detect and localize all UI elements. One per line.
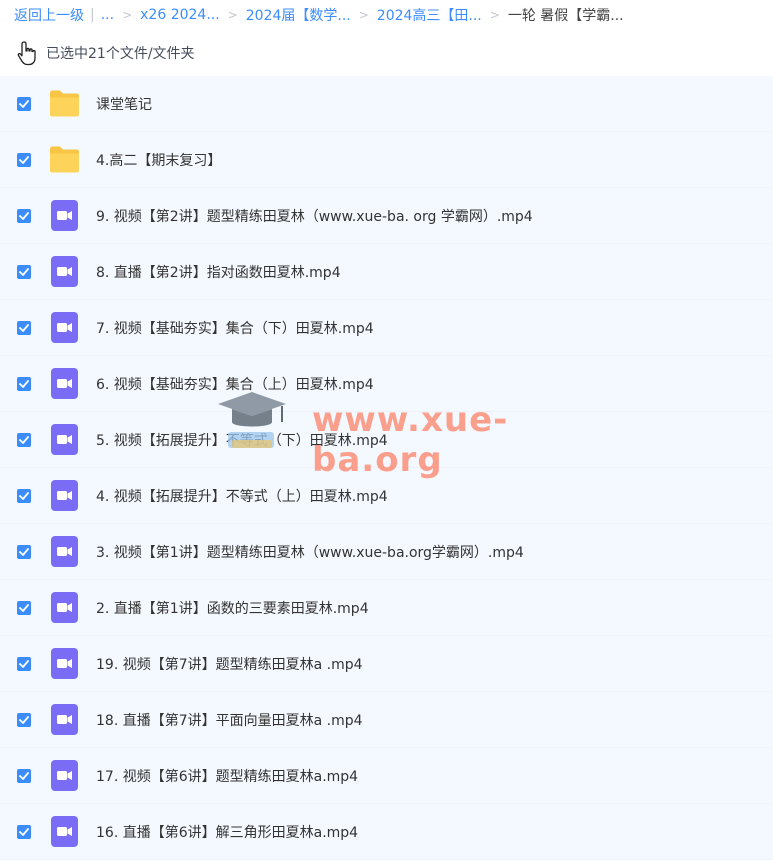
row-checkbox[interactable]: [17, 432, 31, 447]
checkmark-icon: [19, 771, 29, 780]
folder-icon: [50, 146, 79, 173]
row-checkbox[interactable]: [17, 96, 31, 111]
file-row[interactable]: 5. 视频【拓展提升】不等式（下）田夏林.mp4: [0, 412, 773, 468]
file-row[interactable]: 17. 视频【第6讲】题型精练田夏林a.mp4: [0, 748, 773, 804]
file-list: 课堂笔记 4.高二【期末复习】 9. 视频【第2讲】题型精练田夏林（www.xue-…: [0, 76, 773, 860]
checkmark-icon: [19, 547, 29, 556]
row-checkbox[interactable]: [17, 320, 31, 335]
breadcrumb-item-1[interactable]: x26 2024...: [140, 7, 220, 23]
row-checkbox[interactable]: [17, 208, 31, 223]
video-file-icon: [51, 312, 78, 343]
checkmark-icon: [19, 715, 29, 724]
row-checkbox[interactable]: [17, 712, 31, 727]
video-file-icon: [51, 648, 78, 679]
row-checkbox[interactable]: [17, 768, 31, 783]
breadcrumb-item-3[interactable]: 2024高三【田...: [377, 5, 482, 25]
row-checkbox[interactable]: [17, 264, 31, 279]
checkmark-icon: [19, 267, 29, 276]
row-checkbox[interactable]: [17, 544, 31, 559]
file-name[interactable]: 4. 视频【拓展提升】不等式（上）田夏林.mp4: [96, 486, 388, 506]
video-file-icon: [51, 816, 78, 847]
checkmark-icon: [19, 99, 29, 108]
breadcrumb: 返回上一级 | ... > x26 2024... > 2024届【数学... …: [14, 5, 624, 25]
back-link[interactable]: 返回上一级: [14, 5, 84, 25]
video-file-icon: [51, 256, 78, 287]
file-name[interactable]: 17. 视频【第6讲】题型精练田夏林a.mp4: [96, 766, 358, 786]
file-name[interactable]: 19. 视频【第7讲】题型精练田夏林a .mp4: [96, 654, 363, 674]
file-row[interactable]: 8. 直播【第2讲】指对函数田夏林.mp4: [0, 244, 773, 300]
file-row[interactable]: 6. 视频【基础夯实】集合（上）田夏林.mp4: [0, 356, 773, 412]
file-row[interactable]: 3. 视频【第1讲】题型精练田夏林（www.xue-ba.org学霸网）.mp4: [0, 524, 773, 580]
file-name[interactable]: 4.高二【期末复习】: [96, 150, 221, 170]
file-row[interactable]: 16. 直播【第6讲】解三角形田夏林a.mp4: [0, 804, 773, 860]
file-name[interactable]: 6. 视频【基础夯实】集合（上）田夏林.mp4: [96, 374, 374, 394]
row-checkbox[interactable]: [17, 488, 31, 503]
checkmark-icon: [19, 323, 29, 332]
video-file-icon: [51, 760, 78, 791]
folder-row[interactable]: 4.高二【期末复习】: [0, 132, 773, 188]
file-row[interactable]: 2. 直播【第1讲】函数的三要素田夏林.mp4: [0, 580, 773, 636]
file-name[interactable]: 7. 视频【基础夯实】集合（下）田夏林.mp4: [96, 318, 374, 338]
selection-count-text: 已选中21个文件/文件夹: [46, 46, 195, 62]
checkmark-icon: [19, 491, 29, 500]
row-checkbox[interactable]: [17, 152, 31, 167]
folder-icon: [50, 90, 79, 117]
file-row[interactable]: 4. 视频【拓展提升】不等式（上）田夏林.mp4: [0, 468, 773, 524]
row-checkbox[interactable]: [17, 824, 31, 839]
file-name[interactable]: 9. 视频【第2讲】题型精练田夏林（www.xue-ba. org 学霸网）.m…: [96, 206, 533, 226]
file-name[interactable]: 2. 直播【第1讲】函数的三要素田夏林.mp4: [96, 598, 369, 618]
file-row[interactable]: 19. 视频【第7讲】题型精练田夏林a .mp4: [0, 636, 773, 692]
folder-row[interactable]: 课堂笔记: [0, 76, 773, 132]
checkmark-icon: [19, 211, 29, 220]
hand-pointer-icon: [17, 41, 36, 66]
video-file-icon: [51, 536, 78, 567]
chevron-right-icon: >: [358, 8, 369, 22]
file-name[interactable]: 3. 视频【第1讲】题型精练田夏林（www.xue-ba.org学霸网）.mp4: [96, 542, 524, 562]
file-name[interactable]: 课堂笔记: [96, 94, 152, 114]
breadcrumb-ellipsis[interactable]: ...: [101, 7, 114, 23]
row-checkbox[interactable]: [17, 656, 31, 671]
video-file-icon: [51, 704, 78, 735]
breadcrumb-item-2[interactable]: 2024届【数学...: [246, 5, 351, 25]
row-checkbox[interactable]: [17, 600, 31, 615]
video-file-icon: [51, 480, 78, 511]
chevron-right-icon: >: [122, 8, 133, 22]
video-file-icon: [51, 424, 78, 455]
checkmark-icon: [19, 827, 29, 836]
video-file-icon: [51, 592, 78, 623]
video-file-icon: [51, 200, 78, 231]
checkmark-icon: [19, 155, 29, 164]
checkmark-icon: [19, 603, 29, 612]
checkmark-icon: [19, 435, 29, 444]
file-row[interactable]: 7. 视频【基础夯实】集合（下）田夏林.mp4: [0, 300, 773, 356]
selection-bar: 已选中21个文件/文件夹: [0, 30, 773, 76]
row-checkbox[interactable]: [17, 376, 31, 391]
file-row[interactable]: 9. 视频【第2讲】题型精练田夏林（www.xue-ba. org 学霸网）.m…: [0, 188, 773, 244]
file-name[interactable]: 5. 视频【拓展提升】不等式（下）田夏林.mp4: [96, 430, 388, 450]
chevron-right-icon: >: [227, 8, 238, 22]
file-name[interactable]: 8. 直播【第2讲】指对函数田夏林.mp4: [96, 262, 341, 282]
video-file-icon: [51, 368, 78, 399]
chevron-right-icon: >: [489, 8, 500, 22]
checkmark-icon: [19, 659, 29, 668]
checkmark-icon: [19, 379, 29, 388]
file-name[interactable]: 16. 直播【第6讲】解三角形田夏林a.mp4: [96, 822, 358, 842]
breadcrumb-current: 一轮 暑假【学霸...: [507, 8, 624, 24]
file-row[interactable]: 18. 直播【第7讲】平面向量田夏林a .mp4: [0, 692, 773, 748]
file-name[interactable]: 18. 直播【第7讲】平面向量田夏林a .mp4: [96, 710, 363, 730]
